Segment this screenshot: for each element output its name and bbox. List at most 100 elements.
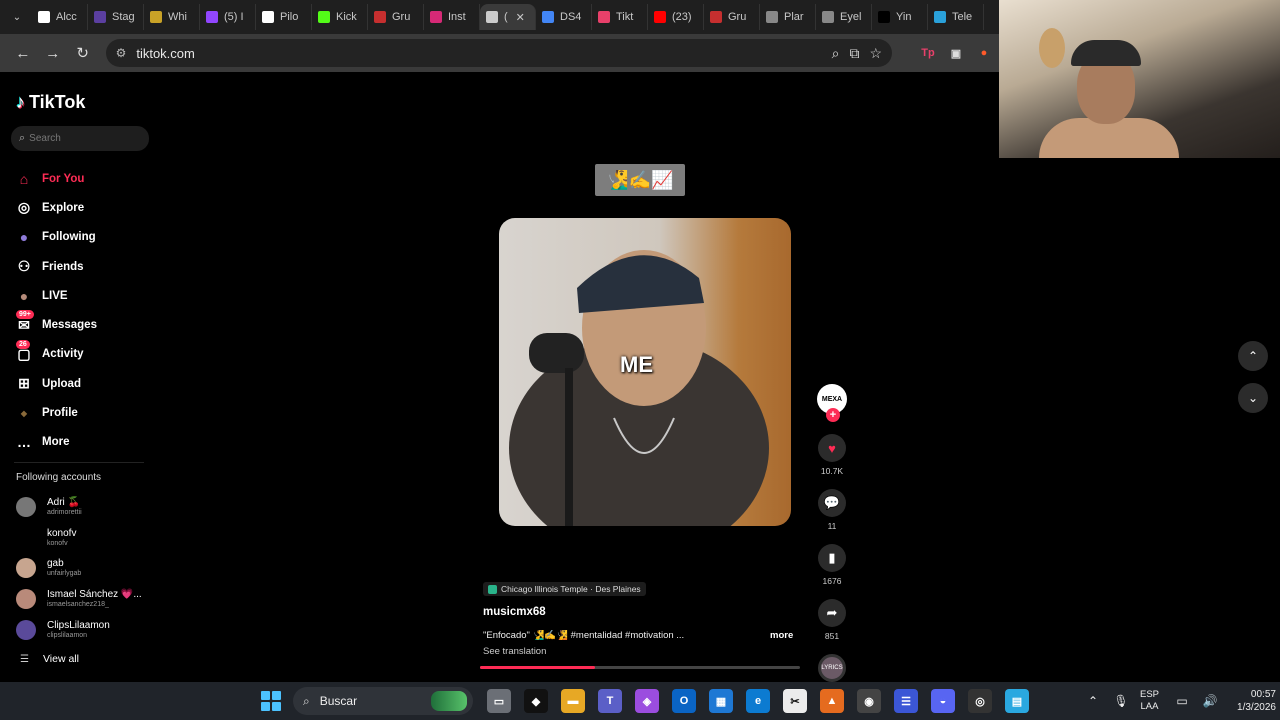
browser-tab[interactable]: Inst [424, 4, 480, 30]
address-bar[interactable]: ⚙ tiktok.com ⌕ ⧉ ☆ [105, 39, 892, 67]
browser-tab[interactable]: (23) [648, 4, 704, 30]
install-app-icon[interactable]: ⧉ [849, 45, 859, 62]
browser-tab[interactable]: Stag [88, 4, 144, 30]
extension-fire-icon[interactable]: ● [976, 45, 992, 61]
search-input[interactable]: ⌕ Search [11, 126, 149, 151]
store-icon[interactable]: ▦ [709, 689, 733, 713]
nav-item-upload[interactable]: ⊞ Upload [14, 369, 97, 398]
nav-label: Activity [42, 348, 84, 361]
browser-tab[interactable]: DS4 [536, 4, 592, 30]
capcut-icon[interactable]: ✂ [783, 689, 807, 713]
taskbar-app-icon[interactable]: ☰ [894, 689, 918, 713]
youtube-icon [654, 11, 666, 23]
browser-tab[interactable]: (5) I [200, 4, 256, 30]
notes-app-icon[interactable]: ▤ [1005, 689, 1029, 713]
share-button[interactable]: ➦ [818, 599, 846, 627]
task-view-icon[interactable]: ▭ [487, 689, 511, 713]
nav-item-for-you[interactable]: ⌂ For You [14, 164, 97, 193]
account-name: ClipsLilaamon [47, 619, 110, 631]
bookmark-star-icon[interactable]: ☆ [869, 45, 882, 62]
view-all-link[interactable]: ☰ View all [20, 653, 79, 665]
file-explorer-icon[interactable]: ▬ [561, 689, 585, 713]
tab-search-icon[interactable]: ⌄ [6, 6, 28, 28]
account-name: Ismael Sánchez 💗... [47, 589, 142, 601]
tiktok-logo[interactable]: ♪ TikTok [16, 92, 85, 113]
comment-button[interactable]: 💬 [818, 489, 846, 517]
reload-button[interactable]: ↻ [68, 38, 98, 68]
extension-book-icon[interactable]: ▣ [948, 45, 964, 61]
see-translation-link[interactable]: See translation [483, 646, 546, 657]
network-icon[interactable]: ▭ [1173, 694, 1191, 708]
chrome-icon[interactable]: ◉ [857, 689, 881, 713]
following-accounts-title: Following accounts [16, 472, 102, 483]
browser-tab[interactable]: Tele [928, 4, 984, 30]
clock[interactable]: 00:57 1/3/2026 [1237, 688, 1276, 714]
close-tab-icon[interactable]: ✕ [516, 11, 525, 24]
language-indicator[interactable]: ESP LAA [1140, 689, 1159, 713]
previous-video-button[interactable]: ⌃ [1238, 341, 1268, 371]
discord-icon[interactable]: ◒ [931, 689, 955, 713]
copilot-icon[interactable]: ◈ [635, 689, 659, 713]
tab-label: Stag [112, 11, 135, 23]
nav-item-friends[interactable]: ⚇ Friends [14, 252, 97, 281]
following-account[interactable]: Adri 🍒 adrimorettii [16, 492, 142, 523]
browser-tab[interactable]: Tikt [592, 4, 648, 30]
browser-tab[interactable]: Whi [144, 4, 200, 30]
teams-icon[interactable]: T [598, 689, 622, 713]
following-account[interactable]: ClipsLilaamon clipslilaamon [16, 614, 142, 645]
roblox-icon[interactable]: ◆ [524, 689, 548, 713]
tab-label: Tele [952, 11, 973, 23]
browser-tab[interactable]: Gru [704, 4, 760, 30]
microphone-icon[interactable]: 🎙 [1112, 694, 1130, 708]
more-button[interactable]: more [770, 630, 793, 641]
following-account[interactable]: Ismael Sánchez 💗... ismaelsanchez218_ [16, 584, 142, 615]
y-icon [878, 11, 890, 23]
edge-icon[interactable]: e [746, 689, 770, 713]
nav-item-messages[interactable]: ✉ 99+ Messages [14, 310, 97, 339]
location-tag[interactable]: Chicago Illinois Temple · Des Plaines [483, 582, 646, 596]
location-text: Chicago Illinois Temple · Des Plaines [501, 584, 641, 594]
chevron-up-icon[interactable]: ⌃ [1084, 694, 1102, 708]
divider [14, 462, 144, 463]
site-info-icon[interactable]: ⚙ [116, 46, 127, 60]
browser-tab[interactable]: (✕ [480, 4, 536, 30]
clock-date: 1/3/2026 [1237, 702, 1276, 713]
nav-item-explore[interactable]: ◎ Explore [14, 193, 97, 222]
back-button[interactable]: ← [8, 38, 38, 68]
follow-plus-icon[interactable]: + [826, 408, 840, 422]
tiktok-note-icon: ♪ [16, 92, 25, 112]
browser-tab[interactable]: Eyel [816, 4, 872, 30]
browser-tab[interactable]: Pilo [256, 4, 312, 30]
like-button[interactable]: ♥ [818, 434, 846, 462]
following-account[interactable]: gab unfairlygab [16, 553, 142, 584]
save-button[interactable]: ▮ [818, 544, 846, 572]
next-video-button[interactable]: ⌄ [1238, 383, 1268, 413]
nav-item-live[interactable]: ● LIVE [14, 281, 97, 310]
outlook-icon[interactable]: O [672, 689, 696, 713]
extension-tp-icon[interactable]: Tp [920, 45, 936, 61]
notification-badge: 26 [16, 339, 30, 349]
volume-icon[interactable]: 🔊 [1201, 694, 1219, 708]
start-button[interactable] [261, 691, 281, 711]
brave-icon[interactable]: ▲ [820, 689, 844, 713]
browser-tab[interactable]: Kick [312, 4, 368, 30]
video-progress-bar[interactable] [480, 666, 800, 669]
obs-icon[interactable]: ◎ [968, 689, 992, 713]
browser-tab[interactable]: Yin [872, 4, 928, 30]
taskbar-search[interactable]: ⌕ Buscar [293, 687, 473, 715]
heart-icon: ♥ [828, 440, 836, 456]
browser-tab[interactable]: Plar [760, 4, 816, 30]
zoom-icon[interactable]: ⌕ [832, 45, 840, 62]
sound-disc[interactable]: LYRICS [818, 654, 846, 682]
nav-item-following[interactable]: ● Following [14, 223, 97, 252]
author-name[interactable]: musicmx68 [483, 606, 546, 618]
nav-item-activity[interactable]: ▢ 26 Activity [14, 339, 97, 369]
author-avatar[interactable]: MEXA + [817, 384, 847, 422]
stag-icon [94, 11, 106, 23]
nav-item-profile[interactable]: ◆ Profile [14, 398, 97, 427]
nav-item-more[interactable]: … More [14, 428, 97, 457]
browser-tab[interactable]: Alcc [32, 4, 88, 30]
forward-button[interactable]: → [38, 38, 68, 68]
following-account[interactable]: konofv konofv [16, 523, 142, 554]
browser-tab[interactable]: Gru [368, 4, 424, 30]
